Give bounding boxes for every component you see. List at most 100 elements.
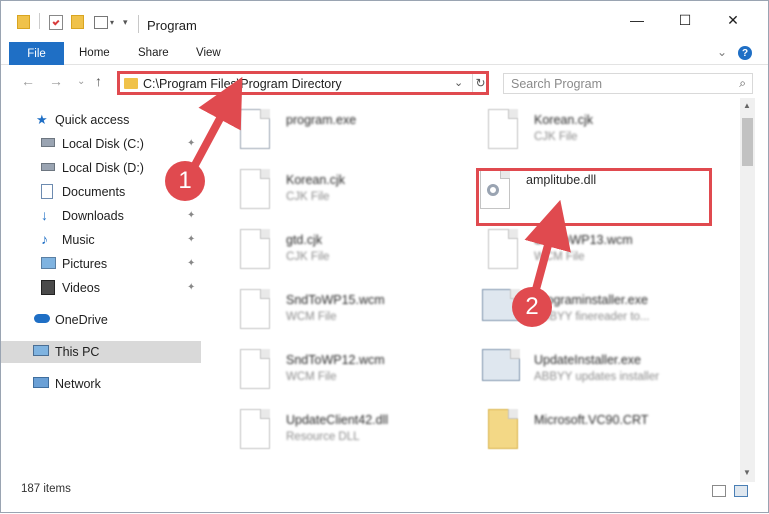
sidebar-item-onedrive[interactable]: OneDrive	[1, 309, 201, 331]
sidebar-item-videos[interactable]: Videos ✦	[1, 277, 201, 299]
file-type: Resource DLL	[286, 431, 360, 443]
list-item[interactable]: Microsoft.VC90.CRT	[474, 405, 724, 463]
list-item[interactable]: program.exe	[226, 105, 476, 163]
file-type: WCM File	[286, 371, 337, 383]
drive-icon	[41, 138, 55, 147]
large-icons-view-icon[interactable]	[734, 485, 748, 497]
scroll-up-arrow-icon[interactable]: ▲	[743, 101, 751, 110]
file-icon	[240, 169, 270, 209]
file-name: Microsoft.VC90.CRT	[534, 413, 649, 427]
file-icon	[488, 229, 518, 269]
new-folder-icon[interactable]	[71, 13, 84, 31]
pin-icon[interactable]: ✦	[187, 258, 195, 269]
sidebar-item-downloads[interactable]: ↓ Downloads ✦	[1, 205, 201, 227]
sidebar-item-this-pc[interactable]: This PC	[1, 341, 201, 363]
computer-icon	[33, 345, 49, 356]
pin-icon[interactable]: ✦	[187, 282, 195, 293]
highlight-box	[476, 168, 712, 226]
star-icon: ★	[36, 112, 48, 127]
sidebar-item-label: Quick access	[55, 113, 130, 127]
forward-button[interactable]: →	[49, 73, 63, 89]
videos-icon	[41, 280, 55, 295]
folder-icon	[488, 409, 518, 449]
download-icon: ↓	[41, 207, 48, 223]
search-input[interactable]: Search Program ⌕	[503, 73, 753, 94]
drive-icon	[41, 163, 55, 171]
vertical-scrollbar[interactable]: ▲ ▼	[740, 98, 755, 482]
minimize-button[interactable]: —	[617, 7, 657, 33]
file-list: program.exe Korean.cjk CJK File Korean.c…	[216, 101, 738, 476]
address-bar[interactable]: C:\Program Files\Program Directory ⌄ ↻	[117, 71, 489, 95]
file-name: UpdateInstaller.exe	[534, 353, 642, 367]
sidebar-item-music[interactable]: ♪ Music ✦	[1, 229, 201, 251]
sidebar-item-pictures[interactable]: Pictures ✦	[1, 253, 201, 275]
tab-share[interactable]: Share	[138, 47, 169, 59]
file-icon	[240, 349, 270, 389]
installer-icon	[482, 349, 520, 381]
pictures-icon	[41, 257, 56, 269]
folder-icon	[124, 78, 138, 89]
list-item[interactable]: UpdateInstaller.exe ABBYY updates instal…	[474, 345, 724, 403]
tab-file[interactable]: File	[9, 42, 64, 65]
file-name: SndToWP15.wcm	[286, 293, 385, 307]
pin-icon[interactable]: ✦	[187, 210, 195, 221]
toolbar-divider	[39, 13, 40, 29]
list-item[interactable]: Programinstaller.exe ABBYY finereader to…	[474, 285, 724, 343]
list-item[interactable]: SndToWP12.wcm WCM File	[226, 345, 476, 403]
tab-home[interactable]: Home	[79, 47, 110, 59]
properties-icon[interactable]	[49, 13, 63, 31]
file-explorer-window: ▾ ▾ Program — ☐ ✕ File Home Share View ⌄…	[0, 0, 769, 513]
list-item[interactable]: Korean.cjk CJK File	[474, 105, 724, 163]
scrollbar-thumb[interactable]	[742, 118, 753, 166]
ribbon-tabs: File Home Share View ⌄	[1, 41, 768, 65]
maximize-button[interactable]: ☐	[665, 7, 705, 33]
title-divider	[138, 15, 139, 33]
list-item[interactable]: SndToWP13.wcm WCM File	[474, 225, 724, 283]
refresh-button[interactable]: ↻	[472, 74, 488, 92]
sidebar-item-quick-access[interactable]: ★ Quick access	[1, 109, 201, 131]
pin-icon[interactable]: ✦	[187, 138, 195, 149]
address-dropdown-chevron-icon[interactable]: ⌄	[454, 76, 463, 89]
file-name: Korean.cjk	[286, 173, 346, 187]
pin-icon[interactable]: ✦	[187, 234, 195, 245]
scroll-down-arrow-icon[interactable]: ▼	[743, 468, 751, 477]
list-item[interactable]: Korean.cjk CJK File	[226, 165, 476, 223]
help-icon[interactable]: ?	[738, 46, 752, 60]
sidebar-item-local-disk-c[interactable]: Local Disk (C:) ✦	[1, 133, 201, 155]
file-icon	[240, 229, 270, 269]
file-name: SndToWP13.wcm	[534, 233, 633, 247]
documents-icon	[41, 184, 53, 199]
ribbon-collapse-chevron-icon[interactable]: ⌄	[717, 45, 727, 59]
title-bar: ▾ ▾ Program — ☐ ✕	[1, 1, 768, 41]
list-item[interactable]: SndToWP15.wcm WCM File	[226, 285, 476, 343]
file-name: SndToWP12.wcm	[286, 353, 385, 367]
close-button[interactable]: ✕	[713, 7, 753, 33]
sidebar-item-label: Network	[55, 377, 101, 391]
up-button[interactable]: ↑	[95, 73, 102, 89]
file-icon	[240, 289, 270, 329]
recent-locations-chevron-icon[interactable]: ⌄	[77, 76, 85, 87]
customize-toolbar-icon[interactable]: ▾	[94, 13, 114, 31]
file-name: gtd.cjk	[286, 233, 323, 247]
list-item[interactable]: UpdateClient42.dll Resource DLL	[226, 405, 476, 463]
sidebar-item-network[interactable]: Network	[1, 373, 201, 395]
back-button[interactable]: ←	[21, 73, 35, 89]
sidebar-item-label: Downloads	[62, 209, 124, 223]
navigation-pane: ★ Quick access Local Disk (C:) ✦ Local D…	[1, 101, 206, 476]
list-item[interactable]: gtd.cjk CJK File	[226, 225, 476, 283]
file-name: program.exe	[286, 113, 357, 127]
search-placeholder: Search Program	[511, 77, 603, 91]
music-icon: ♪	[41, 231, 48, 247]
address-path[interactable]: C:\Program Files\Program Directory	[143, 77, 342, 91]
exe-file-icon	[240, 109, 270, 149]
tab-view[interactable]: View	[196, 47, 221, 59]
sidebar-item-label: OneDrive	[55, 313, 108, 327]
file-type: WCM File	[286, 311, 337, 323]
search-icon: ⌕	[739, 76, 746, 90]
step-1-badge: 1	[165, 161, 205, 201]
sidebar-item-label: Music	[62, 233, 95, 247]
details-view-icon[interactable]	[712, 485, 726, 497]
sidebar-item-label: Pictures	[62, 257, 108, 271]
quick-access-toolbar-dropdown-icon[interactable]: ▾	[123, 13, 128, 31]
network-icon	[33, 377, 49, 388]
